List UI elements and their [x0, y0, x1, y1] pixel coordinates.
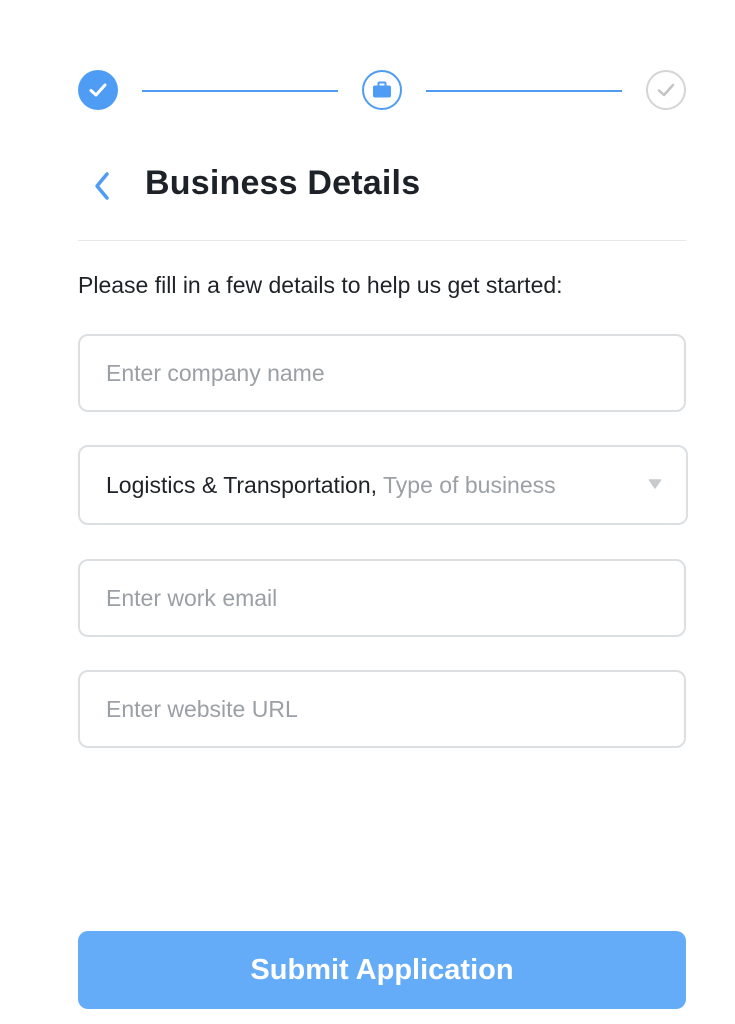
business-type-selected-value: Logistics & Transportation, — [106, 471, 378, 498]
website-url-field — [78, 670, 686, 748]
step-completed — [78, 70, 118, 110]
page-title: Business Details — [145, 164, 421, 202]
chevron-left-icon — [95, 172, 109, 200]
business-details-page: Business Details Please fill in a few de… — [0, 0, 735, 1024]
website-url-input[interactable] — [80, 672, 684, 746]
header-divider — [78, 240, 686, 241]
submit-application-button[interactable]: Submit Application — [78, 931, 686, 1009]
caret-down-icon — [648, 479, 662, 489]
business-type-placeholder: Type of business — [383, 471, 556, 498]
page-header: Business Details — [78, 160, 686, 212]
back-button[interactable] — [84, 168, 120, 204]
step-current — [362, 70, 402, 110]
check-icon — [89, 83, 107, 97]
briefcase-icon — [373, 81, 391, 98]
work-email-field — [78, 559, 686, 637]
progress-stepper — [78, 70, 686, 110]
step-connector — [142, 90, 338, 92]
company-name-field — [78, 334, 686, 412]
step-connector — [426, 90, 622, 92]
check-icon — [657, 83, 675, 97]
company-name-input[interactable] — [80, 336, 684, 410]
work-email-input[interactable] — [80, 561, 684, 635]
intro-text: Please fill in a few details to help us … — [78, 272, 563, 298]
step-upcoming — [646, 70, 686, 110]
business-type-select[interactable]: Logistics & Transportation, Type of busi… — [78, 445, 688, 525]
